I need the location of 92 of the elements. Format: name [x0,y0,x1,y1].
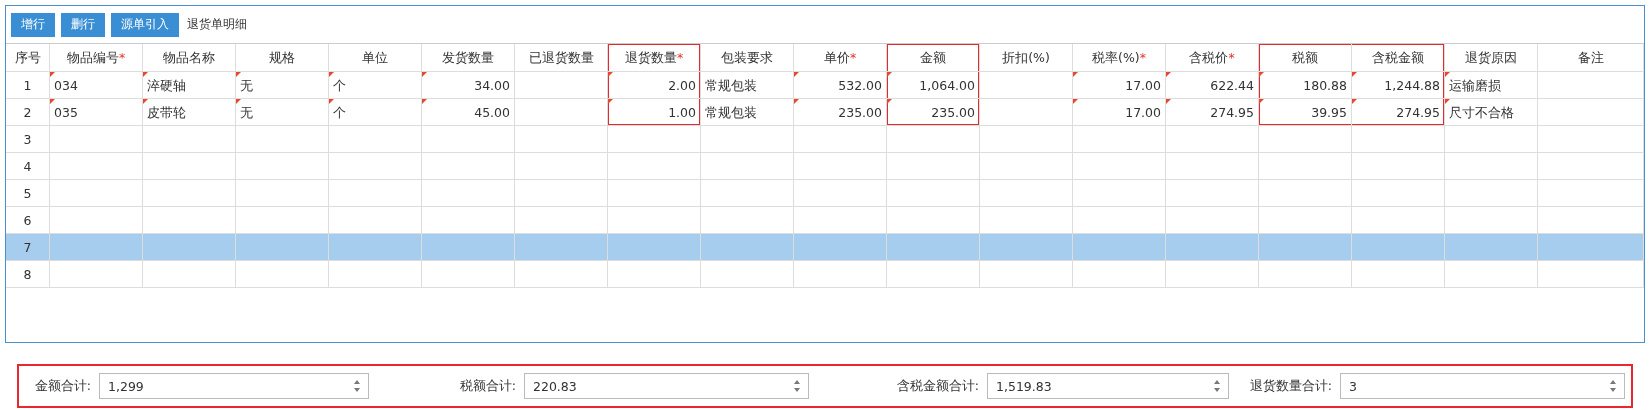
total-field[interactable]: 220.83 [524,373,809,399]
edit-mark-icon [329,99,334,104]
column-header: 退货数量* [608,44,701,72]
table-cell: 274.95 [1166,99,1259,126]
total-field[interactable]: 1,519.83 [987,373,1229,399]
row-number: 7 [6,234,50,261]
edit-mark-icon [608,72,613,77]
column-header: 序号 [6,44,50,72]
table-cell: 运输磨损 [1445,72,1538,99]
edit-mark-icon [50,99,55,104]
table-cell: 个 [329,99,422,126]
edit-mark-icon [329,72,334,77]
column-header: 含税金额 [1352,44,1445,72]
edit-mark-icon [422,99,427,104]
edit-mark-icon [236,99,241,104]
edit-mark-icon [1166,72,1171,77]
table-cell: 常规包装 [701,72,794,99]
column-header: 规格 [236,44,329,72]
spinner-icon[interactable] [1213,379,1221,393]
table-cell: 1,064.00 [887,72,980,99]
total-label: 含税金额合计: [896,377,979,395]
total-field[interactable]: 1,299 [99,373,369,399]
table-cell: 17.00 [1073,72,1166,99]
edit-mark-icon [1166,99,1171,104]
edit-mark-icon [887,99,892,104]
table-cell: 个 [329,72,422,99]
table-cell: 622.44 [1166,72,1259,99]
row-number: 8 [6,261,50,288]
edit-mark-icon [1445,72,1450,77]
column-header: 含税价* [1166,44,1259,72]
row-number: 3 [6,126,50,153]
spinner-icon[interactable] [1609,379,1617,393]
table-cell: 无 [236,72,329,99]
row-number: 4 [6,153,50,180]
table-cell: 34.00 [422,72,515,99]
total-label: 退货数量合计: [1249,377,1332,395]
column-header: 金额 [887,44,980,72]
edit-mark-icon [1352,99,1357,104]
edit-mark-icon [1352,72,1357,77]
column-header: 单价* [794,44,887,72]
column-header: 单位 [329,44,422,72]
edit-mark-icon [143,72,148,77]
column-header: 物品名称 [143,44,236,72]
table-cell: 274.95 [1352,99,1445,126]
table-cell: 180.88 [1259,72,1352,99]
table-cell: 035 [50,99,143,126]
row-number: 5 [6,180,50,207]
table-cell: 17.00 [1073,99,1166,126]
edit-mark-icon [422,72,427,77]
table-cell: 尺寸不合格 [1445,99,1538,126]
table-cell: 常规包装 [701,99,794,126]
table-cell: 淬硬轴 [143,72,236,99]
spinner-icon[interactable] [793,379,801,393]
edit-mark-icon [1445,99,1450,104]
column-header: 物品编号* [50,44,143,72]
total-label: 金额合计: [34,377,91,395]
table-cell: 39.95 [1259,99,1352,126]
column-header: 已退货数量 [515,44,608,72]
edit-mark-icon [1259,72,1264,77]
table-cell: 235.00 [794,99,887,126]
edit-mark-icon [236,72,241,77]
edit-mark-icon [887,72,892,77]
edit-mark-icon [1073,99,1078,104]
edit-mark-icon [1259,99,1264,104]
table-cell: 235.00 [887,99,980,126]
edit-mark-icon [794,99,799,104]
table-cell: 2.00 [608,72,701,99]
column-header: 发货数量 [422,44,515,72]
column-header: 税额 [1259,44,1352,72]
row-number: 1 [6,72,50,99]
table-cell: 1,244.88 [1352,72,1445,99]
column-header: 备注 [1538,44,1644,72]
edit-mark-icon [143,99,148,104]
total-field[interactable]: 3 [1340,373,1625,399]
row-number: 2 [6,99,50,126]
table-cell: 1.00 [608,99,701,126]
grid-title: 退货单明细 [187,16,247,33]
total-label: 税额合计: [459,377,516,395]
column-header: 税率(%)* [1073,44,1166,72]
table-cell: 无 [236,99,329,126]
column-header: 包装要求 [701,44,794,72]
edit-mark-icon [50,72,55,77]
table-cell: 532.00 [794,72,887,99]
table-cell: 45.00 [422,99,515,126]
edit-mark-icon [608,99,613,104]
edit-mark-icon [1073,72,1078,77]
table-cell: 皮带轮 [143,99,236,126]
spinner-icon[interactable] [353,379,361,393]
edit-mark-icon [794,72,799,77]
column-header: 折扣(%) [980,44,1073,72]
table-cell: 034 [50,72,143,99]
column-header: 退货原因 [1445,44,1538,72]
